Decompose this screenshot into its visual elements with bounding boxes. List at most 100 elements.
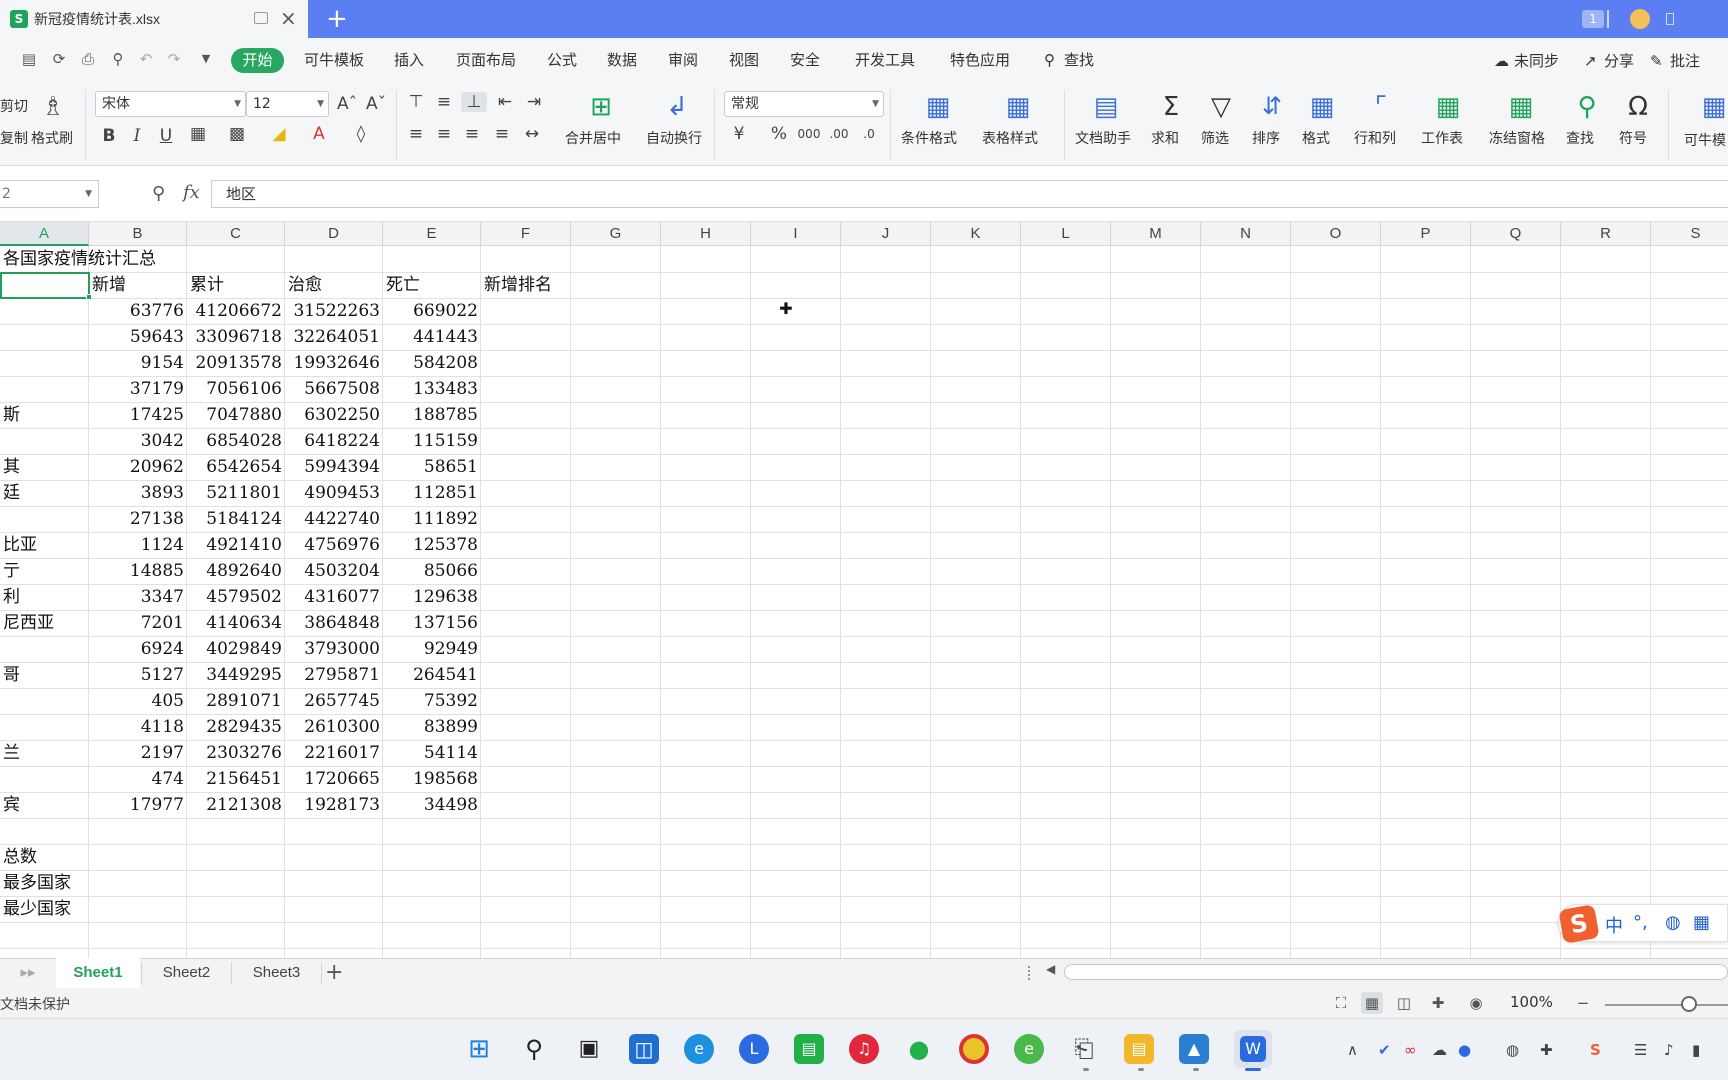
app-l-icon[interactable]: L <box>739 1034 769 1064</box>
region-cell[interactable] <box>0 688 89 714</box>
fullscreen-icon[interactable]: ⛶ <box>1330 992 1352 1014</box>
redo-icon[interactable]: ↷ <box>165 50 183 68</box>
customize-icon[interactable]: ▼ <box>197 50 215 68</box>
conditional-format-icon[interactable]: ▦ <box>920 92 956 122</box>
print-preview-icon[interactable]: ⚲ <box>109 50 127 68</box>
zoom-slider-thumb[interactable] <box>1681 996 1697 1012</box>
footer-label-cell[interactable]: 最少国家 <box>0 896 187 922</box>
page-layout-view-icon[interactable]: ✚ <box>1427 992 1449 1014</box>
increase-indent-icon[interactable]: ⇥ <box>523 92 545 112</box>
deaths-cell[interactable]: 83899 <box>383 714 481 740</box>
undo-icon[interactable]: ↶ <box>137 50 155 68</box>
recovered-cell[interactable]: 3864848 <box>285 610 383 636</box>
user-avatar-icon[interactable] <box>1630 9 1650 29</box>
tray-app-icon[interactable]: ● <box>1458 1040 1471 1060</box>
cumulative-cell[interactable]: 20913578 <box>187 350 285 376</box>
document-tab[interactable]: S 新冠疫情统计表.xlsx × <box>0 0 308 38</box>
new-cases-cell[interactable]: 17977 <box>89 792 187 818</box>
wps-taskbar-icon[interactable]: W <box>1234 1030 1272 1068</box>
deaths-cell[interactable]: 198568 <box>383 766 481 792</box>
worksheet-button[interactable]: 工作表 <box>1421 128 1463 148</box>
restore-icon[interactable] <box>1666 13 1674 25</box>
format-button[interactable]: 格式 <box>1302 128 1330 148</box>
deaths-cell[interactable]: 92949 <box>383 636 481 662</box>
new-cases-cell[interactable]: 405 <box>89 688 187 714</box>
cumulative-cell[interactable]: 6542654 <box>187 454 285 480</box>
recovered-cell[interactable]: 1928173 <box>285 792 383 818</box>
new-cases-cell[interactable]: 7201 <box>89 610 187 636</box>
onedrive-icon[interactable]: ☁ <box>1432 1040 1447 1060</box>
new-cases-cell[interactable]: 3893 <box>89 480 187 506</box>
template-button[interactable]: 可牛模 <box>1684 130 1726 150</box>
cloud-save-icon[interactable]: ⟳ <box>50 50 68 68</box>
find-button[interactable]: 查找 <box>1566 128 1594 148</box>
column-header-j[interactable]: J <box>841 222 931 246</box>
worksheet-icon[interactable]: ▦ <box>1430 92 1466 122</box>
row-col-icon[interactable]: ⌜ <box>1363 92 1399 122</box>
merge-center-icon[interactable]: ⊞ <box>583 92 619 122</box>
fill-color-icon[interactable]: ◢ <box>268 124 290 144</box>
cumulative-cell[interactable]: 2303276 <box>187 740 285 766</box>
scroll-split-handle[interactable] <box>1028 966 1034 980</box>
wechat-icon[interactable]: ● <box>904 1034 934 1064</box>
cumulative-cell[interactable]: 2121308 <box>187 792 285 818</box>
recovered-cell[interactable]: 4316077 <box>285 584 383 610</box>
horizontal-scrollbar[interactable] <box>1064 964 1728 980</box>
task-view-icon[interactable]: ▣ <box>574 1034 604 1064</box>
region-cell[interactable] <box>0 376 89 402</box>
file-explorer-icon[interactable]: ▤ <box>1124 1034 1154 1064</box>
recovered-cell[interactable]: 31522263 <box>285 298 383 324</box>
cumulative-cell[interactable]: 6854028 <box>187 428 285 454</box>
new-cases-cell[interactable]: 27138 <box>89 506 187 532</box>
column-header-g[interactable]: G <box>571 222 661 246</box>
sort-icon[interactable]: ⇵ <box>1254 92 1290 120</box>
eye-protection-icon[interactable]: ◉ <box>1465 992 1487 1014</box>
column-header-b[interactable]: B <box>89 222 187 246</box>
deaths-cell[interactable]: 125378 <box>383 532 481 558</box>
menu-find[interactable]: 查找 <box>1064 51 1094 71</box>
zoom-slider[interactable] <box>1605 1004 1728 1006</box>
deaths-cell[interactable]: 85066 <box>383 558 481 584</box>
format-icon[interactable]: ▦ <box>1304 92 1340 122</box>
copy-button[interactable]: 复制 <box>0 128 28 148</box>
deaths-cell[interactable]: 112851 <box>383 480 481 506</box>
column-header-r[interactable]: R <box>1561 222 1651 246</box>
chrome-icon[interactable] <box>959 1034 989 1064</box>
header-cumulative-cell[interactable]: 累计 <box>187 272 285 298</box>
scroll-left-icon[interactable]: ◀ <box>1046 962 1055 976</box>
photos-icon[interactable]: ▲ <box>1179 1034 1209 1064</box>
bold-icon[interactable]: B <box>99 126 119 146</box>
recovered-cell[interactable]: 4756976 <box>285 532 383 558</box>
template-icon[interactable]: ▦ <box>1700 92 1728 122</box>
search-icon[interactable]: ⚲ <box>1044 51 1055 71</box>
new-cases-cell[interactable]: 20962 <box>89 454 187 480</box>
row-col-button[interactable]: 行和列 <box>1354 128 1396 148</box>
column-header-m[interactable]: M <box>1111 222 1201 246</box>
deaths-cell[interactable]: 115159 <box>383 428 481 454</box>
deaths-cell[interactable]: 188785 <box>383 402 481 428</box>
fill-handle[interactable] <box>86 294 92 300</box>
normal-view-icon[interactable]: ▦ <box>1361 992 1383 1014</box>
edge-icon[interactable]: e <box>684 1034 714 1064</box>
sort-button[interactable]: 排序 <box>1252 128 1280 148</box>
column-header-d[interactable]: D <box>285 222 383 246</box>
computer-icon[interactable]: ⎗ <box>1069 1034 1099 1064</box>
column-header-a[interactable]: A <box>0 222 89 246</box>
wifi-icon[interactable]: ☰ <box>1634 1040 1647 1060</box>
search-icon[interactable]: ⚲ <box>519 1034 549 1064</box>
region-cell[interactable]: 尼西亚 <box>0 610 89 636</box>
widgets-icon[interactable]: ◫ <box>629 1034 659 1064</box>
menu-security[interactable]: 安全 <box>790 51 820 71</box>
sheet-nav-icon[interactable]: ▸▸ <box>0 958 56 988</box>
column-header-f[interactable]: F <box>481 222 571 246</box>
menu-start[interactable]: 开始 <box>231 48 284 73</box>
menu-templates[interactable]: 可牛模板 <box>304 51 364 71</box>
table-style-button[interactable]: 表格样式 <box>982 128 1038 148</box>
tray-app-icon[interactable]: ✔ <box>1378 1040 1391 1060</box>
recovered-cell[interactable]: 2216017 <box>285 740 383 766</box>
recovered-cell[interactable]: 5994394 <box>285 454 383 480</box>
microphone-icon[interactable]: ◍ <box>1506 1040 1519 1060</box>
distribute-icon[interactable]: ↔ <box>521 124 543 144</box>
cut-button[interactable]: 剪切 <box>0 96 28 116</box>
deaths-cell[interactable]: 669022 <box>383 298 481 324</box>
